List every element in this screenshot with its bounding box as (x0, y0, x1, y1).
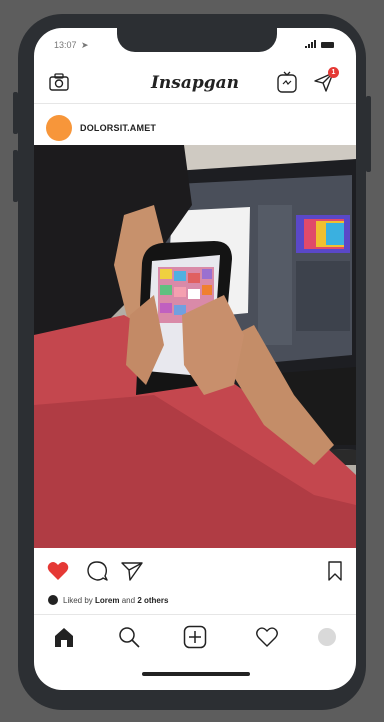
post-photo-image (34, 145, 356, 548)
heart-filled-icon[interactable] (46, 560, 70, 582)
phone-notch (117, 28, 277, 52)
app-screen: 13:07 ➤ Insapgan 1 DOLORSIT.AMET Liked b… (34, 28, 356, 690)
search-icon[interactable] (115, 623, 143, 651)
heart-icon[interactable] (253, 623, 281, 651)
add-icon[interactable] (181, 623, 209, 651)
location-icon: ➤ (81, 40, 89, 50)
liker-avatar (48, 595, 58, 605)
liked-by-user[interactable]: Lorem (95, 596, 119, 605)
top-bar: Insapgan 1 (34, 62, 356, 104)
messages-badge: 1 (328, 67, 339, 78)
liked-by-prefix: Liked by (63, 595, 93, 605)
tv-icon[interactable] (276, 70, 298, 94)
signal-icon (305, 40, 316, 48)
profile-icon[interactable] (313, 623, 341, 651)
bottom-nav (34, 614, 356, 658)
send-icon[interactable]: 1 (313, 67, 339, 93)
post-header: DOLORSIT.AMET (34, 114, 356, 144)
bookmark-icon[interactable] (324, 560, 346, 582)
post-actions (34, 558, 356, 584)
status-time: 13:07 (54, 40, 77, 50)
home-indicator[interactable] (142, 672, 250, 676)
likes-summary: Liked by Lorem and 2 others (48, 595, 168, 605)
liked-by-others[interactable]: 2 others (137, 596, 168, 605)
app-brand: Insapgan (150, 73, 240, 93)
avatar[interactable] (46, 115, 72, 141)
post-username[interactable]: DOLORSIT.AMET (80, 123, 156, 133)
home-icon[interactable] (50, 623, 78, 651)
comment-icon[interactable] (85, 560, 109, 582)
share-icon[interactable] (120, 560, 144, 582)
post-photo[interactable] (34, 145, 356, 548)
liked-by-and: and (121, 595, 136, 605)
power-button (366, 96, 371, 172)
battery-icon (321, 42, 334, 48)
